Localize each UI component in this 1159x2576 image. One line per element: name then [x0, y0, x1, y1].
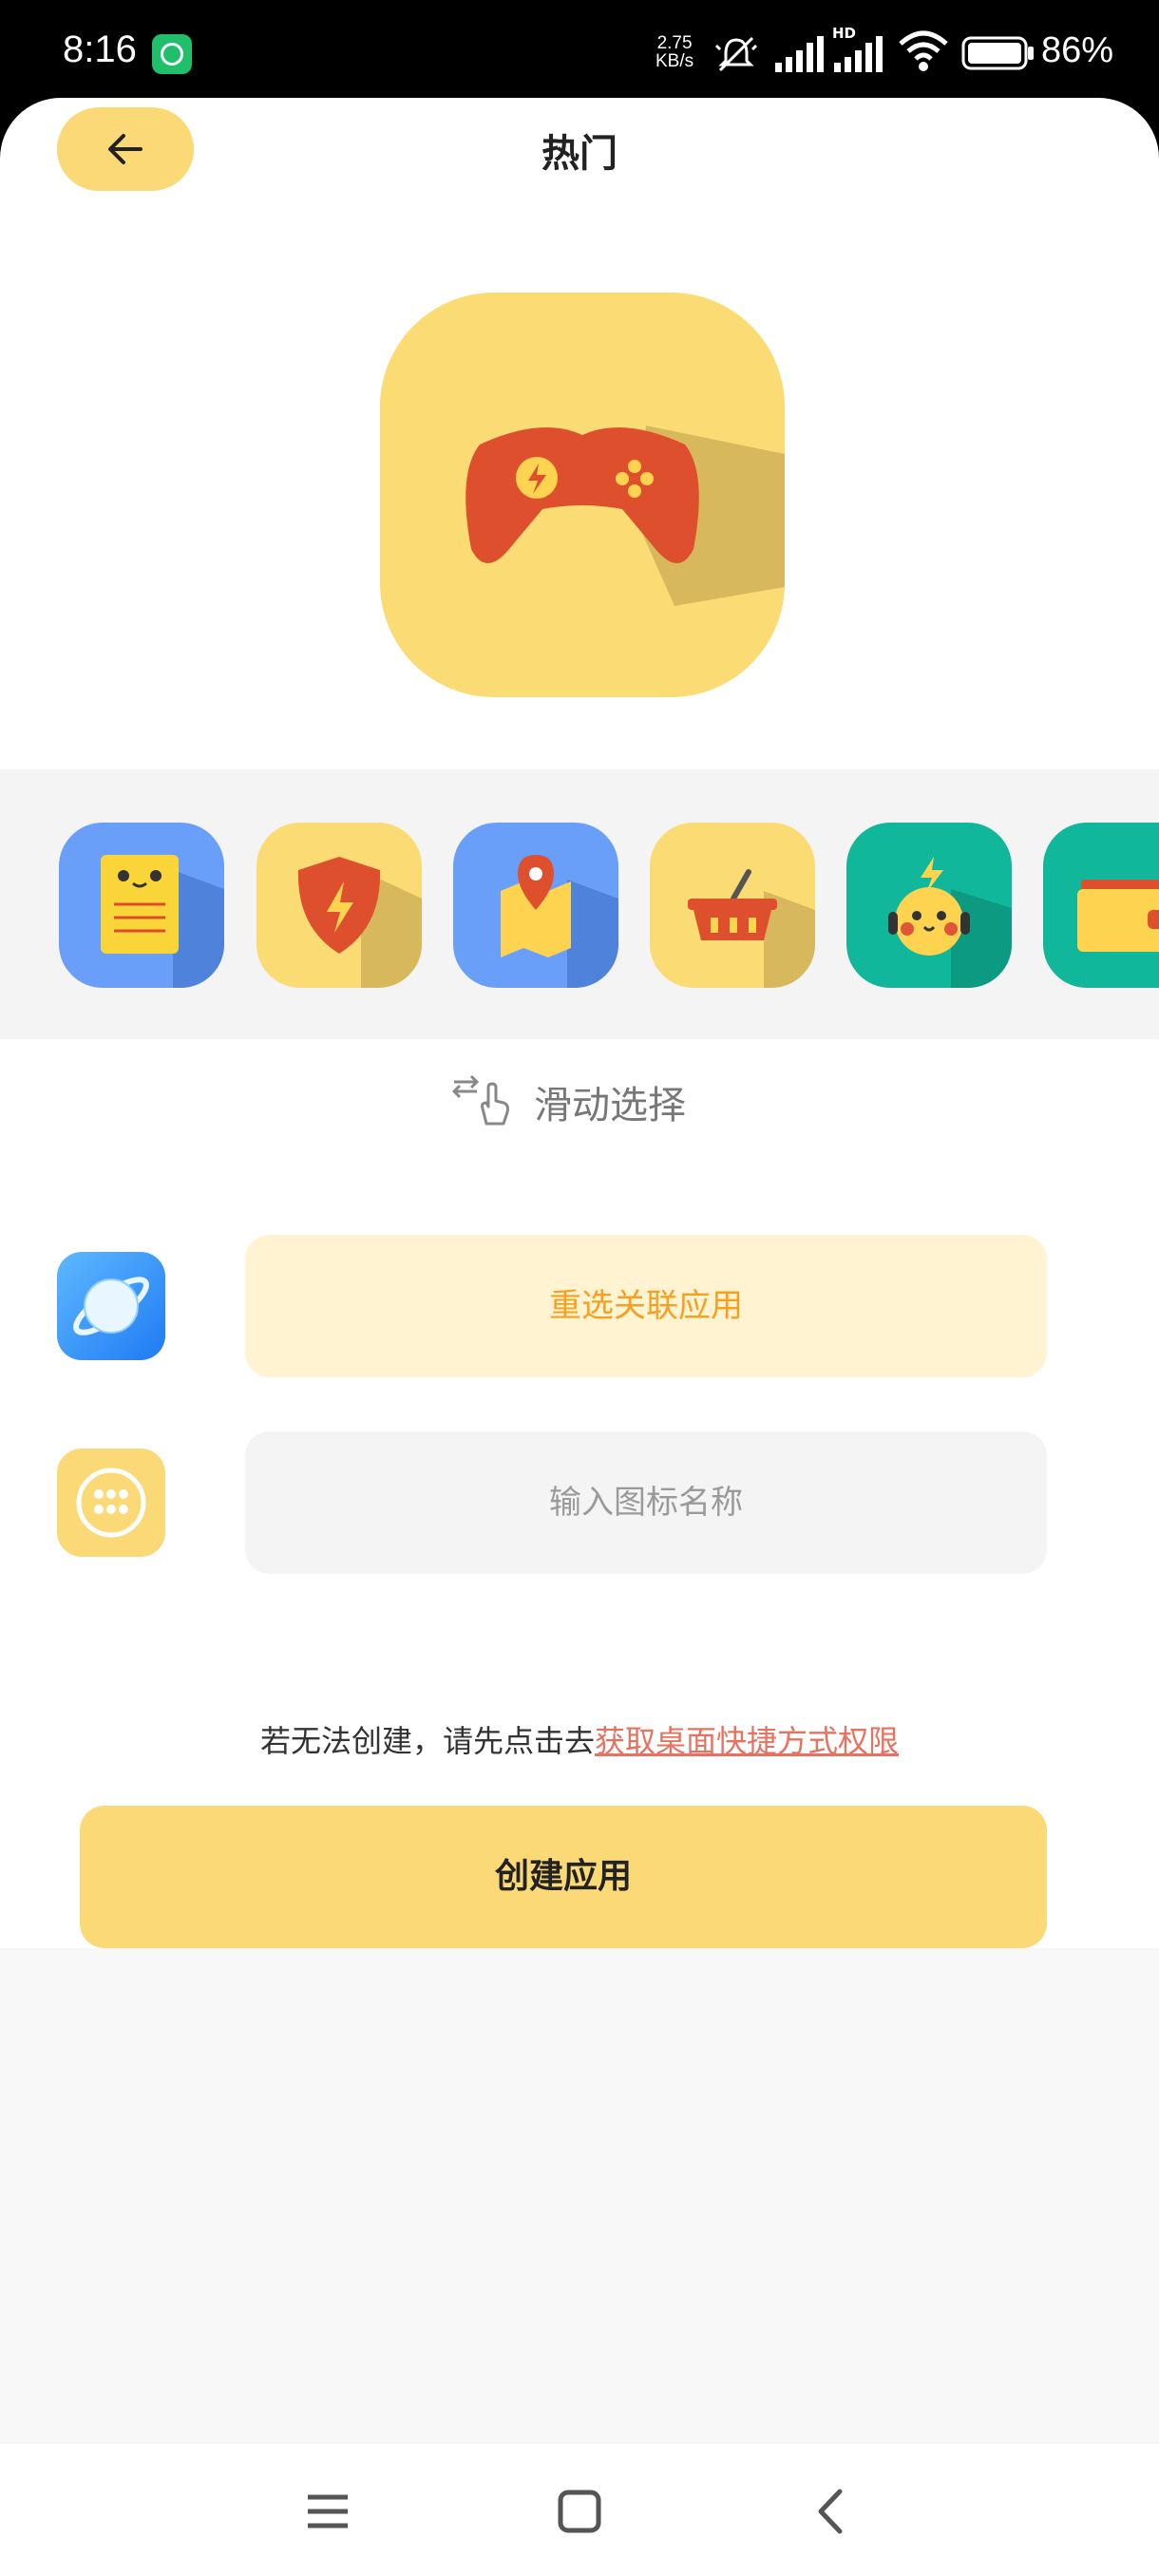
notification-app-icon	[152, 34, 192, 74]
linked-app-icon[interactable]	[57, 1252, 165, 1360]
map-pin-icon	[501, 855, 618, 988]
name-field-icon	[57, 1449, 165, 1557]
permission-link[interactable]: 获取桌面快捷方式权限	[595, 1723, 899, 1759]
network-speed-unit: KB/s	[656, 51, 694, 71]
basket-icon	[688, 869, 815, 988]
strip-item-map[interactable]	[453, 823, 618, 988]
preview-icon	[380, 293, 785, 697]
status-bar: 8:16 2.75 KB/s HD 86%	[0, 0, 1159, 103]
status-time: 8:16	[63, 28, 137, 70]
system-nav-bar	[0, 2444, 1159, 2576]
notebook-face-icon	[101, 855, 224, 988]
strip-item-wallet[interactable]	[1043, 823, 1159, 988]
strip-item-notebook[interactable]	[59, 823, 224, 988]
network-speed-value: 2.75	[656, 33, 693, 53]
icon-name-input[interactable]	[245, 1431, 1047, 1574]
swipe-hint: 滑动选择	[0, 1067, 1159, 1133]
planet-browser-icon	[73, 1277, 149, 1335]
battery-icon	[961, 36, 1034, 70]
page-title: 热门	[542, 132, 618, 176]
strip-item-pikachu[interactable]	[846, 823, 1012, 988]
strip-item-shield[interactable]	[256, 823, 422, 988]
main-screen: 热门 滑动选择 重选关联应用 输入图标名称 若无法创建，请先点击去获取桌面快捷方…	[0, 98, 1159, 2444]
shield-bolt-icon	[297, 857, 422, 988]
mute-bell-icon	[714, 36, 758, 72]
signal-icon	[775, 36, 824, 72]
signal-hd-icon: HD	[832, 25, 889, 72]
home-square-icon[interactable]	[546, 2478, 613, 2545]
swipe-hint-label: 滑动选择	[534, 1084, 686, 1127]
pikachu-icon	[888, 857, 1012, 988]
gamepad-icon	[466, 426, 785, 606]
strip-item-basket[interactable]	[650, 823, 815, 988]
permission-notice: 若无法创建，请先点击去获取桌面快捷方式权限	[0, 1717, 1159, 1761]
empty-area	[0, 1948, 1159, 2444]
reselect-app-button[interactable]: 重选关联应用	[245, 1235, 1047, 1377]
network-speed: 2.75 KB/s	[656, 34, 694, 70]
back-chevron-icon[interactable]	[798, 2478, 864, 2545]
permission-notice-text: 若无法创建，请先点击去	[259, 1723, 595, 1759]
swipe-hand-icon	[452, 1074, 509, 1126]
icon-strip[interactable]	[0, 769, 1159, 1039]
create-app-button[interactable]: 创建应用	[80, 1806, 1047, 1948]
wifi-icon	[899, 30, 948, 71]
menu-icon[interactable]	[294, 2478, 361, 2545]
wallet-icon	[1077, 880, 1159, 952]
battery-percent: 86%	[1041, 30, 1114, 70]
keypad-icon	[76, 1468, 146, 1538]
